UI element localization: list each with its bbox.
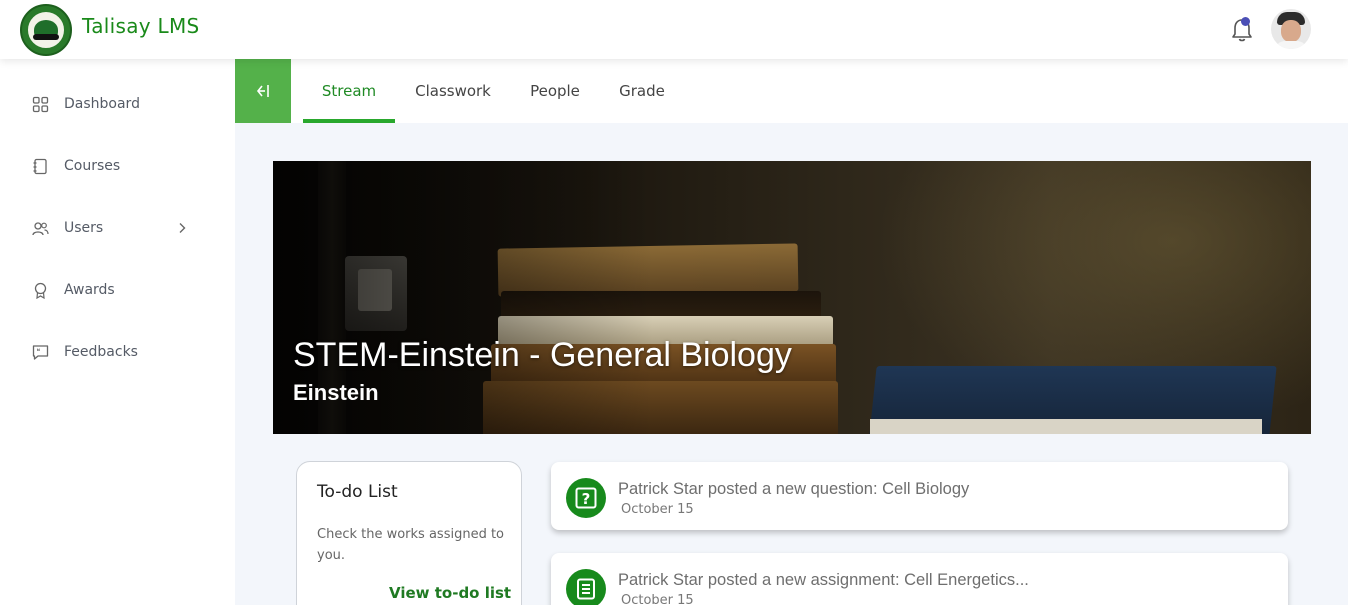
course-banner: STEM-Einstein - General Biology Einstein — [273, 161, 1311, 434]
book-icon — [33, 158, 47, 174]
assignment-icon — [566, 569, 606, 605]
todo-title: To-do List — [317, 482, 398, 502]
sidebar-item-feedbacks[interactable]: ❝ Feedbacks — [0, 332, 235, 372]
sidebar-item-label: Courses — [64, 158, 121, 174]
school-logo[interactable] — [20, 4, 72, 56]
notification-dot — [1241, 17, 1250, 26]
chevron-right-icon — [179, 223, 186, 233]
collapse-left-icon — [256, 85, 269, 97]
bell-icon[interactable] — [1230, 17, 1254, 43]
stream-post[interactable]: Patrick Star posted a new assignment: Ce… — [551, 553, 1288, 605]
users-icon — [32, 221, 49, 235]
main-content: Stream Classwork People Grade STEM-Einst… — [235, 59, 1348, 605]
sidebar-item-awards[interactable]: Awards — [0, 270, 235, 310]
message-icon: ❝ — [32, 344, 49, 360]
post-title: Patrick Star posted a new question: Cell… — [618, 480, 970, 498]
sidebar: Dashboard Courses Users Awards ❝ Feedbac… — [0, 59, 235, 605]
tab-stream[interactable]: Stream — [303, 59, 395, 123]
sidebar-item-courses[interactable]: Courses — [0, 146, 235, 186]
post-title: Patrick Star posted a new assignment: Ce… — [618, 571, 1029, 589]
sidebar-item-label: Feedbacks — [64, 344, 138, 360]
sidebar-item-users[interactable]: Users — [0, 208, 235, 248]
tab-grade[interactable]: Grade — [607, 59, 677, 123]
grid-icon — [32, 96, 49, 112]
collapse-sidebar-button[interactable] — [235, 59, 291, 123]
post-date: October 15 — [621, 593, 694, 605]
todo-card: To-do List Check the works assigned to y… — [296, 461, 522, 605]
view-todo-link[interactable]: View to-do list — [389, 584, 511, 602]
svg-text:?: ? — [582, 490, 591, 508]
user-avatar[interactable] — [1271, 9, 1311, 49]
top-bar: Talisay LMS — [0, 0, 1348, 59]
todo-description: Check the works assigned to you. — [317, 527, 505, 563]
sidebar-item-label: Dashboard — [64, 96, 140, 112]
sidebar-item-label: Awards — [64, 282, 115, 298]
svg-text:❝: ❝ — [37, 347, 41, 355]
course-title: STEM-Einstein - General Biology — [293, 336, 792, 374]
app-title[interactable]: Talisay LMS — [82, 14, 200, 38]
stream-post[interactable]: ? Patrick Star posted a new question: Ce… — [551, 462, 1288, 530]
sidebar-item-label: Users — [64, 220, 104, 236]
tab-classwork[interactable]: Classwork — [407, 59, 499, 123]
award-icon — [34, 282, 47, 299]
post-date: October 15 — [621, 502, 694, 517]
course-section: Einstein — [293, 380, 379, 405]
tab-bar: Stream Classwork People Grade — [235, 59, 1348, 123]
tab-people[interactable]: People — [515, 59, 595, 123]
sidebar-item-dashboard[interactable]: Dashboard — [0, 84, 235, 124]
question-icon: ? — [566, 478, 606, 518]
